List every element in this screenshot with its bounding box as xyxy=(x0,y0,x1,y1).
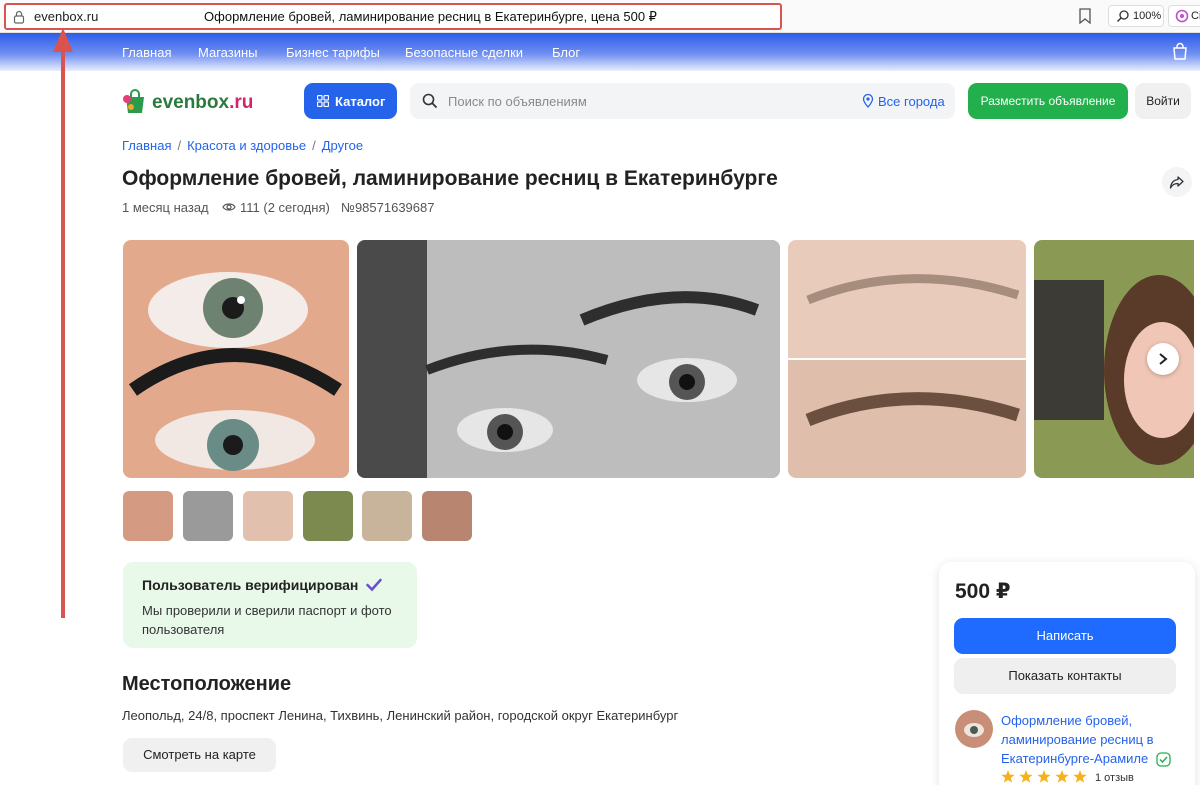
show-contacts-button[interactable]: Показать контакты xyxy=(954,658,1176,694)
thumbnail-1[interactable] xyxy=(123,491,173,541)
extension-label: Сі xyxy=(1191,10,1200,22)
verified-title: Пользователь верифицирован xyxy=(142,577,359,593)
show-map-button[interactable]: Смотреть на карте xyxy=(123,738,276,772)
thumbnail-3[interactable] xyxy=(243,491,293,541)
search-input[interactable] xyxy=(448,92,828,110)
logo-text: evenbox.ru xyxy=(152,92,254,113)
chevron-right-icon xyxy=(1159,353,1168,365)
face-image xyxy=(357,240,780,478)
lashes-image xyxy=(123,240,349,478)
share-icon xyxy=(1169,176,1184,189)
breadcrumb-other[interactable]: Другое xyxy=(322,138,363,153)
breadcrumb: Главная / Красота и здоровье / Другое xyxy=(122,138,363,153)
extension-button[interactable]: Сі xyxy=(1168,5,1200,27)
gallery-photo-face[interactable] xyxy=(357,240,780,478)
star-icon xyxy=(1073,770,1087,783)
browser-page-title: Оформление бровей, ламинирование ресниц … xyxy=(204,9,657,24)
zoom-level: 100% xyxy=(1133,10,1162,22)
verified-description: Мы проверили и сверили паспорт и фото по… xyxy=(142,603,392,637)
write-message-button[interactable]: Написать xyxy=(954,618,1176,654)
thumbnail-2[interactable] xyxy=(183,491,233,541)
checkmark-icon xyxy=(366,578,382,592)
page-title: Оформление бровей, ламинирование ресниц … xyxy=(122,167,778,190)
extension-icon xyxy=(1175,9,1189,23)
avatar-image xyxy=(955,710,993,748)
nav-item-blog[interactable]: Блог xyxy=(552,45,580,60)
breadcrumb-separator: / xyxy=(177,138,182,153)
brows-image xyxy=(788,240,1026,478)
annotation-arrow xyxy=(53,28,73,618)
gallery-photo-lashes[interactable] xyxy=(123,240,349,478)
star-icon xyxy=(1037,770,1051,783)
nav-item-business[interactable]: Бизнес тарифы xyxy=(286,45,380,60)
star-icon xyxy=(1001,770,1015,783)
location-address: Леопольд, 24/8, проспект Ленина, Тихвинь… xyxy=(122,708,679,723)
site-nav: Главная Магазины Бизнес тарифы Безопасны… xyxy=(0,33,1200,71)
price: 500 ₽ xyxy=(955,580,1011,603)
nav-item-safe-deals[interactable]: Безопасные сделки xyxy=(405,45,523,60)
price-card: 500 ₽ Написать Показать контакты Оформле… xyxy=(939,562,1195,785)
share-button[interactable] xyxy=(1162,167,1192,197)
posted-time: 1 месяц назад xyxy=(122,200,209,215)
star-icon xyxy=(1019,770,1033,783)
gallery-next-button[interactable] xyxy=(1147,343,1179,375)
thumbnail-5[interactable] xyxy=(362,491,412,541)
gallery-photo-brows[interactable] xyxy=(788,240,1026,478)
star-icon xyxy=(1055,770,1069,783)
catalog-button[interactable]: Каталог xyxy=(304,83,397,119)
zoom-indicator[interactable]: 100% xyxy=(1108,5,1164,27)
verified-check-icon xyxy=(1156,752,1171,767)
nav-item-shops[interactable]: Магазины xyxy=(198,45,258,60)
grid-icon xyxy=(317,95,329,107)
thumbnail-4[interactable] xyxy=(303,491,353,541)
search-bar: Все города xyxy=(410,83,955,119)
location-pin-icon xyxy=(862,94,874,108)
thumbnail-6[interactable] xyxy=(422,491,472,541)
logo-icon xyxy=(123,89,144,113)
listing-number: №98571639687 xyxy=(341,200,435,215)
eye-icon xyxy=(222,203,236,211)
views-count: 111 (2 сегодня) xyxy=(240,200,330,215)
post-ad-button[interactable]: Разместить объявление xyxy=(968,83,1128,119)
city-label: Все города xyxy=(878,94,945,109)
bookmark-icon[interactable] xyxy=(1078,8,1092,24)
search-icon xyxy=(422,93,438,109)
breadcrumb-beauty[interactable]: Красота и здоровье xyxy=(187,138,306,153)
reviews-count[interactable]: 1 отзыв xyxy=(1095,772,1134,784)
browser-toolbar: evenbox.ru Оформление бровей, ламинирова… xyxy=(0,0,1200,33)
nav-item-home[interactable]: Главная xyxy=(122,45,171,60)
seller-name-link[interactable]: Оформление бровей, ламинирование ресниц … xyxy=(1001,711,1171,768)
bag-icon[interactable] xyxy=(1172,42,1188,60)
rating-stars xyxy=(1001,770,1087,783)
address-bar[interactable]: evenbox.ru Оформление бровей, ламинирова… xyxy=(4,3,782,30)
breadcrumb-separator: / xyxy=(312,138,316,153)
breadcrumb-home[interactable]: Главная xyxy=(122,138,171,153)
logo[interactable]: evenbox.ru xyxy=(122,87,254,117)
login-button[interactable]: Войти xyxy=(1135,83,1191,119)
verified-badge-card: Пользователь верифицирован Мы проверили … xyxy=(123,562,417,648)
zoom-icon xyxy=(1117,10,1129,22)
avatar[interactable] xyxy=(955,710,993,748)
location-heading: Местоположение xyxy=(122,673,292,695)
catalog-label: Каталог xyxy=(335,94,386,109)
